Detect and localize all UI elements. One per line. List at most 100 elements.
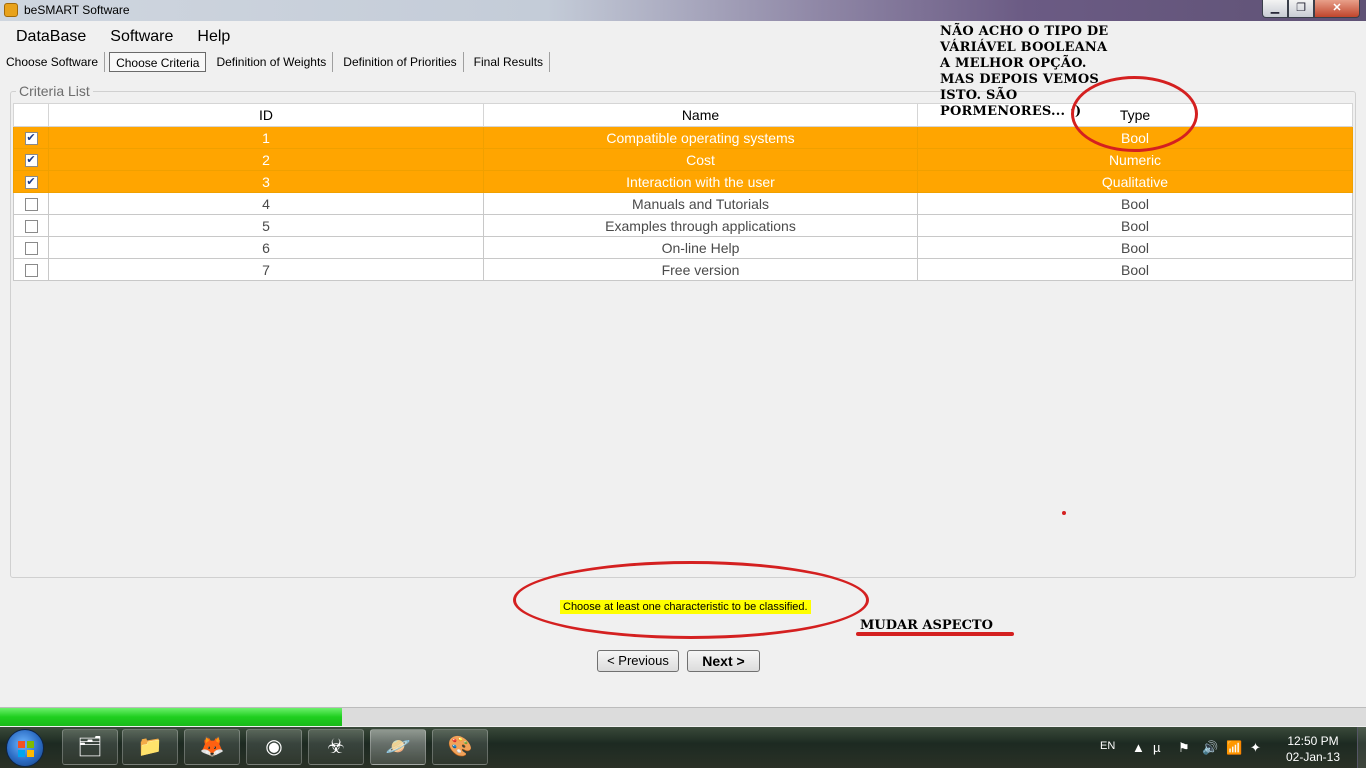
annotation-underline [856, 632, 1014, 636]
cell-type[interactable]: Bool [917, 258, 1353, 281]
taskbar-file-manager[interactable]: 🗂 [62, 729, 118, 765]
table-row[interactable]: ✔ 2 Cost Numeric [13, 148, 1353, 171]
checked-checkbox-icon[interactable]: ✔ [24, 132, 38, 146]
taskbar-chrome[interactable]: ◉ [246, 729, 302, 765]
column-header-id[interactable]: ID [48, 103, 484, 127]
table-header-row: ID Name Type [13, 103, 1353, 127]
table-row[interactable]: 5 Examples through applications Bool [13, 214, 1353, 237]
table-row[interactable]: 6 On-line Help Bool [13, 236, 1353, 259]
cell-name[interactable]: Cost [483, 148, 918, 171]
tab-choose-criteria[interactable]: Choose Criteria [109, 52, 207, 72]
cell-id[interactable]: 2 [48, 148, 484, 171]
paint-icon: 🎨 [447, 736, 473, 758]
row-checkbox[interactable]: ✔ [13, 148, 49, 171]
annotation-note-bottom: MUDAR ASPECTO [860, 618, 993, 633]
table-row[interactable]: 4 Manuals and Tutorials Bool [13, 192, 1353, 215]
note-line: ISTO. SÃO [940, 88, 1018, 103]
cell-type[interactable]: Bool [917, 126, 1353, 149]
menu-software[interactable]: Software [102, 26, 181, 50]
tab-choose-software[interactable]: Choose Software [0, 52, 106, 72]
cell-id[interactable]: 7 [48, 258, 484, 281]
taskbar-explorer[interactable]: 📁 [122, 729, 178, 765]
windows-logo-icon [18, 741, 34, 757]
taskbar: 🗂 📁 🦊 ◉ ☣ 🪐 🎨 [0, 727, 1366, 768]
progress-fill [0, 708, 342, 726]
menu-database[interactable]: DataBase [8, 26, 94, 50]
taskbar-firefox[interactable]: 🦊 [184, 729, 240, 765]
note-line: A MELHOR OPÇÃO. [940, 56, 1087, 71]
cell-name[interactable]: Manuals and Tutorials [483, 192, 918, 215]
note-line: MAS DEPOIS VEMOS [940, 72, 1099, 87]
cell-id[interactable]: 5 [48, 214, 484, 237]
show-hidden-icons-icon[interactable]: ▲ [1132, 740, 1145, 755]
minimize-button[interactable]: ▁ [1262, 0, 1288, 18]
table-row[interactable]: 7 Free version Bool [13, 258, 1353, 281]
progress-bar [0, 707, 1366, 726]
row-checkbox[interactable] [13, 258, 49, 281]
dropbox-icon[interactable]: ✦ [1250, 740, 1261, 756]
cell-type[interactable]: Qualitative [917, 170, 1353, 193]
unchecked-checkbox-icon[interactable] [24, 220, 38, 234]
table-row[interactable]: ✔ 3 Interaction with the user Qualitative [13, 170, 1353, 193]
criteria-group-title: Criteria List [16, 83, 93, 99]
unchecked-checkbox-icon[interactable] [24, 198, 38, 212]
menu-help[interactable]: Help [189, 26, 238, 50]
besmart-icon: 🪐 [385, 736, 411, 758]
row-checkbox[interactable]: ✔ [13, 126, 49, 149]
foobar-icon: ☣ [327, 736, 345, 758]
cell-id[interactable]: 6 [48, 236, 484, 259]
tab-definition-of-priorities[interactable]: Definition of Priorities [337, 52, 464, 72]
network-warning-icon[interactable]: ⚑ [1178, 740, 1190, 756]
taskbar-foobar[interactable]: ☣ [308, 729, 364, 765]
cell-name[interactable]: Examples through applications [483, 214, 918, 237]
volume-icon[interactable]: 🔊 [1202, 740, 1218, 756]
window-controls: ▁ ❐ ✕ [1262, 0, 1360, 18]
row-checkbox[interactable] [13, 192, 49, 215]
row-checkbox[interactable] [13, 236, 49, 259]
cell-id[interactable]: 1 [48, 126, 484, 149]
note-line: NÃO ACHO O TIPO DE [940, 24, 1109, 39]
language-indicator[interactable]: EN [1100, 740, 1115, 752]
column-header-name[interactable]: Name [483, 103, 918, 127]
row-checkbox[interactable]: ✔ [13, 170, 49, 193]
taskbar-besmart[interactable]: 🪐 [370, 729, 426, 765]
signal-icon[interactable]: 📶 [1226, 740, 1242, 756]
cell-name[interactable]: Free version [483, 258, 918, 281]
row-checkbox[interactable] [13, 214, 49, 237]
utorrent-icon[interactable]: µ [1153, 740, 1161, 755]
close-button[interactable]: ✕ [1314, 0, 1360, 18]
clock-time: 12:50 PM [1287, 734, 1339, 748]
unchecked-checkbox-icon[interactable] [24, 264, 38, 278]
tab-strip: Choose Software Choose Criteria Definiti… [0, 52, 554, 72]
cell-name[interactable]: Compatible operating systems [483, 126, 918, 149]
firefox-icon: 🦊 [199, 736, 225, 758]
menu-bar: DataBase Software Help [0, 26, 238, 50]
checkbox-column-header [13, 103, 49, 127]
taskbar-paint[interactable]: 🎨 [432, 729, 488, 765]
cell-type[interactable]: Bool [917, 214, 1353, 237]
checked-checkbox-icon[interactable]: ✔ [24, 154, 38, 168]
note-line: VÁRIÁVEL BOOLEANA [940, 40, 1108, 55]
cell-id[interactable]: 4 [48, 192, 484, 215]
checked-checkbox-icon[interactable]: ✔ [24, 176, 38, 190]
cell-type[interactable]: Bool [917, 192, 1353, 215]
tab-definition-of-weights[interactable]: Definition of Weights [210, 52, 334, 72]
status-message: Choose at least one characteristic to be… [560, 600, 811, 614]
show-desktop-button[interactable] [1357, 727, 1366, 768]
cell-name[interactable]: Interaction with the user [483, 170, 918, 193]
cell-id[interactable]: 3 [48, 170, 484, 193]
annotation-note-top: NÃO ACHO O TIPO DE VÁRIÁVEL BOOLEANA A M… [940, 24, 1140, 120]
table-row[interactable]: ✔ 1 Compatible operating systems Bool [13, 126, 1353, 149]
unchecked-checkbox-icon[interactable] [24, 242, 38, 256]
cell-name[interactable]: On-line Help [483, 236, 918, 259]
start-button[interactable] [6, 729, 44, 767]
previous-button[interactable]: < Previous [597, 650, 679, 672]
maximize-button[interactable]: ❐ [1288, 0, 1314, 18]
next-button[interactable]: Next > [687, 650, 760, 672]
annotation-dot [1062, 511, 1066, 515]
chrome-icon: ◉ [265, 736, 283, 758]
cell-type[interactable]: Numeric [917, 148, 1353, 171]
clock[interactable]: 12:50 PM 02-Jan-13 [1282, 733, 1344, 765]
cell-type[interactable]: Bool [917, 236, 1353, 259]
tab-final-results[interactable]: Final Results [468, 52, 551, 72]
